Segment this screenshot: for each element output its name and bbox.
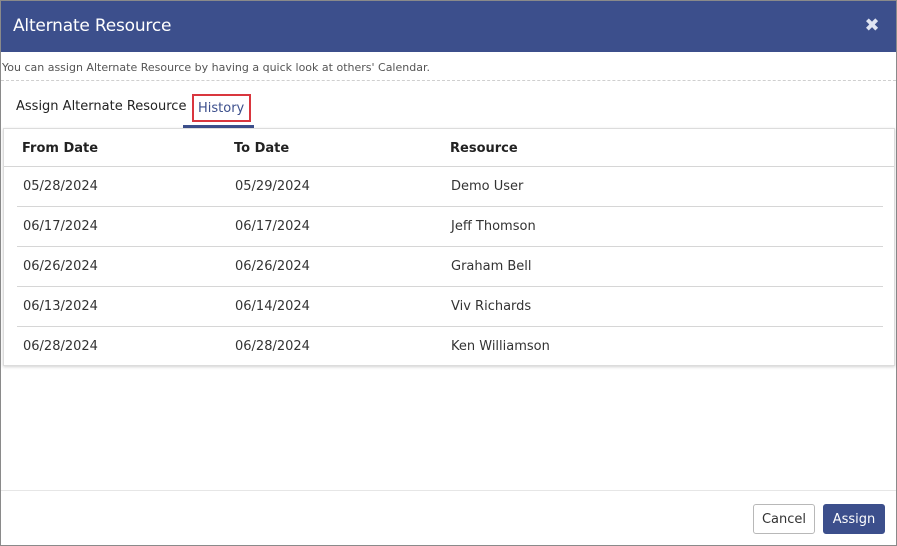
cell-to-date: 06/28/2024 [235, 339, 310, 354]
cell-from-date: 06/17/2024 [23, 219, 98, 234]
table-header: From Date To Date Resource [4, 129, 894, 167]
column-header-resource: Resource [450, 141, 518, 156]
footer-divider [1, 490, 896, 491]
table-row: 06/28/2024 06/28/2024 Ken Williamson [17, 327, 883, 367]
assign-button[interactable]: Assign [823, 504, 885, 534]
cell-to-date: 06/26/2024 [235, 259, 310, 274]
dialog-header: Alternate Resource ✖ [1, 1, 896, 52]
tab-bar: Assign Alternate Resource History [1, 81, 896, 128]
column-header-to-date: To Date [234, 141, 290, 156]
cell-to-date: 05/29/2024 [235, 179, 310, 194]
cell-resource: Ken Williamson [451, 339, 550, 354]
dialog-subtitle: You can assign Alternate Resource by hav… [2, 61, 430, 74]
cell-from-date: 06/13/2024 [23, 299, 98, 314]
cell-to-date: 06/17/2024 [235, 219, 310, 234]
table-row: 06/17/2024 06/17/2024 Jeff Thomson [17, 207, 883, 247]
table-row: 05/28/2024 05/29/2024 Demo User [17, 167, 883, 207]
cell-resource: Graham Bell [451, 259, 532, 274]
dialog-title: Alternate Resource [13, 16, 172, 36]
cell-resource: Viv Richards [451, 299, 532, 314]
history-table: From Date To Date Resource 05/28/2024 05… [3, 128, 895, 366]
alternate-resource-dialog: Alternate Resource ✖ You can assign Alte… [0, 0, 897, 546]
cell-resource: Demo User [451, 179, 524, 194]
tab-history[interactable]: History [192, 94, 252, 122]
cell-from-date: 06/26/2024 [23, 259, 98, 274]
cell-to-date: 06/14/2024 [235, 299, 310, 314]
cell-from-date: 06/28/2024 [23, 339, 98, 354]
column-header-from-date: From Date [22, 141, 99, 156]
table-row: 06/26/2024 06/26/2024 Graham Bell [17, 247, 883, 287]
close-icon[interactable]: ✖ [864, 17, 880, 35]
cancel-button[interactable]: Cancel [753, 504, 815, 534]
table-row: 06/13/2024 06/14/2024 Viv Richards [17, 287, 883, 327]
cell-from-date: 05/28/2024 [23, 179, 98, 194]
tab-assign-alternate-resource[interactable]: Assign Alternate Resource [16, 99, 186, 114]
cell-resource: Jeff Thomson [451, 219, 536, 234]
